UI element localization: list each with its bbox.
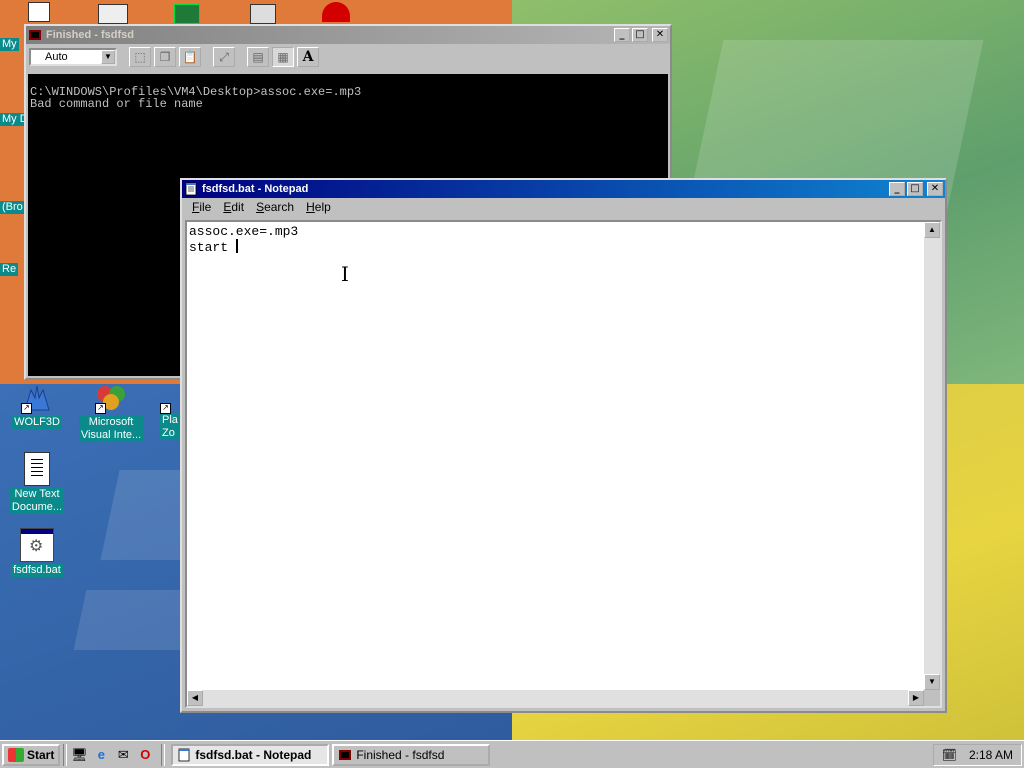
- wolf3d-icon: ↗: [21, 382, 53, 414]
- menu-help[interactable]: Help: [300, 200, 337, 214]
- opera-icon[interactable]: O: [136, 746, 154, 764]
- excel-icon[interactable]: [174, 4, 200, 24]
- system-tray: 🗓 2:18 AM: [932, 743, 1022, 766]
- notepad-icon: [185, 182, 197, 196]
- batch-file-icon: [20, 528, 54, 562]
- chevron-down-icon[interactable]: ▼: [101, 50, 115, 64]
- opera-icon[interactable]: [322, 2, 350, 22]
- icon-label: Pla Zo: [160, 414, 180, 440]
- scroll-left-button[interactable]: ◀: [187, 690, 203, 706]
- dos-titlebar[interactable]: Finished - fsdfsd _ □ ✕: [26, 26, 670, 44]
- scheduler-icon[interactable]: 🗓: [942, 748, 957, 762]
- font-size-combo[interactable]: Auto ▼: [29, 48, 117, 66]
- scroll-down-button[interactable]: ▼: [924, 674, 940, 690]
- background-icon: ▦: [277, 50, 289, 64]
- task-label: Finished - fsdfsd: [356, 747, 445, 762]
- icon-label: fsdfsd.bat: [11, 564, 63, 577]
- msdos-icon: [339, 749, 352, 760]
- text-line-with-caret: start: [189, 239, 238, 255]
- paste-icon: 📋: [182, 50, 198, 64]
- fullscreen-icon: ⤢: [219, 49, 229, 64]
- desktop-edge-label[interactable]: (Bro: [0, 201, 25, 214]
- window-title: fsdfsd.bat - Notepad: [202, 183, 309, 195]
- text-caret: [235, 239, 238, 253]
- copy-icon: ❐: [159, 50, 171, 64]
- minimize-button[interactable]: _: [889, 182, 905, 196]
- text-editor[interactable]: assoc.exe=.mp3 start ▲ ▼ ◀ ▶ I: [185, 220, 942, 708]
- clock[interactable]: 2:18 AM: [969, 748, 1013, 762]
- desktop-icon-play-zone[interactable]: ↗ Pla Zo: [160, 382, 182, 440]
- task-label: fsdfsd.bat - Notepad: [195, 747, 312, 762]
- close-button[interactable]: ✕: [652, 28, 668, 42]
- paste-button[interactable]: 📋: [179, 47, 201, 67]
- horizontal-scrollbar[interactable]: ◀ ▶: [187, 690, 924, 706]
- icon-label: Microsoft Visual Inte...: [78, 416, 144, 442]
- ibeam-cursor-icon: I: [341, 262, 349, 286]
- outlook-express-icon[interactable]: ✉: [114, 746, 132, 764]
- menu-bar: File Edit Search Help: [182, 198, 945, 216]
- scheduler-icon[interactable]: [250, 4, 276, 24]
- editor-content[interactable]: assoc.exe=.mp3 start: [189, 224, 922, 688]
- desktop-edge-label[interactable]: My: [0, 38, 19, 51]
- desktop-icon-visual-interdev[interactable]: ↗ Microsoft Visual Inte...: [76, 382, 146, 442]
- start-label: Start: [27, 747, 55, 762]
- scroll-right-button[interactable]: ▶: [908, 690, 924, 706]
- menu-edit[interactable]: Edit: [217, 200, 250, 214]
- desktop-icon-wolf3d[interactable]: ↗ WOLF3D: [2, 382, 72, 429]
- notepad-icon: [178, 748, 190, 761]
- close-button[interactable]: ✕: [927, 182, 943, 196]
- desktop-edge-label[interactable]: Re: [0, 263, 19, 276]
- scrollbar-corner: [924, 690, 940, 706]
- visual-interdev-icon: ↗: [95, 382, 127, 414]
- windows-logo-icon: [8, 747, 24, 762]
- icon-label: New Text Docume...: [9, 488, 65, 514]
- console-line: Bad command or file name: [30, 97, 203, 111]
- taskbar-task-msdos[interactable]: Finished - fsdfsd: [332, 743, 491, 766]
- mark-button[interactable]: ⬚: [129, 47, 151, 67]
- start-button[interactable]: Start: [2, 743, 61, 766]
- inbox-icon[interactable]: [98, 4, 128, 24]
- font-size-value: Auto: [45, 51, 68, 63]
- maximize-button[interactable]: □: [907, 182, 923, 196]
- desktop-icon-fsdfsd-bat[interactable]: fsdfsd.bat: [2, 528, 72, 577]
- taskbar-separator: [63, 743, 68, 766]
- window-title: Finished - fsdfsd: [46, 29, 134, 41]
- taskbar-task-notepad[interactable]: fsdfsd.bat - Notepad: [171, 743, 330, 766]
- font-button[interactable]: A: [297, 47, 319, 67]
- text-document-icon: [24, 452, 50, 486]
- taskbar-separator: [161, 743, 166, 766]
- mark-icon: ⬚: [134, 50, 146, 64]
- taskbar: Start 🖥 e ✉ O fsdfsd.bat - Notepad Finis…: [0, 740, 1024, 768]
- play-zone-icon: ↗: [160, 382, 182, 414]
- maximize-button[interactable]: □: [632, 28, 648, 42]
- properties-button[interactable]: ▤: [247, 47, 269, 67]
- menu-search[interactable]: Search: [250, 200, 300, 214]
- notepad-window[interactable]: fsdfsd.bat - Notepad _ □ ✕ File Edit Sea…: [180, 178, 947, 713]
- msdos-icon: [29, 30, 41, 40]
- notepad-titlebar[interactable]: fsdfsd.bat - Notepad _ □ ✕: [182, 180, 945, 198]
- show-desktop-icon[interactable]: 🖥: [70, 746, 88, 764]
- text-line: assoc.exe=.mp3: [189, 224, 299, 239]
- icon-label: WOLF3D: [12, 416, 62, 429]
- desktop-icon-new-text-document[interactable]: New Text Docume...: [2, 452, 72, 514]
- internet-explorer-icon[interactable]: e: [92, 746, 110, 764]
- dos-toolbar: Auto ▼ ⬚ ❐ 📋 ⤢ ▤ ▦ A: [26, 44, 670, 70]
- computer-icon[interactable]: [28, 2, 50, 22]
- menu-file[interactable]: File: [186, 200, 217, 214]
- vertical-scrollbar[interactable]: ▲ ▼: [924, 222, 940, 690]
- scroll-up-button[interactable]: ▲: [924, 222, 940, 238]
- fullscreen-button[interactable]: ⤢: [213, 47, 235, 67]
- properties-icon: ▤: [252, 50, 264, 64]
- background-button[interactable]: ▦: [272, 47, 294, 67]
- copy-button[interactable]: ❐: [154, 47, 176, 67]
- minimize-button[interactable]: _: [614, 28, 630, 42]
